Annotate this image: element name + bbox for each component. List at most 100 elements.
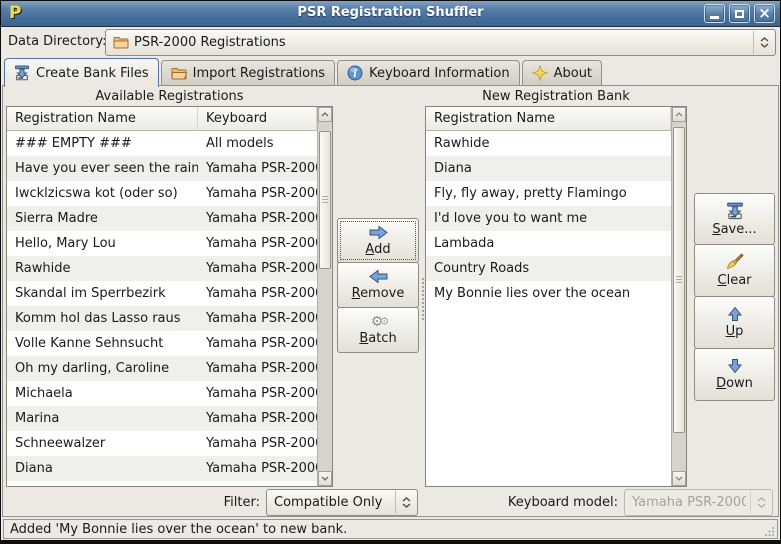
registration-name-cell: I'd love you to want me: [426, 211, 671, 226]
tab-create-bank-files[interactable]: Create Bank Files: [4, 58, 159, 87]
bank-table-body: Rawhide Diana Fly, fly away, pretty Flamin…: [426, 131, 671, 486]
table-row[interactable]: MichaelaYamaha PSR-2000: [7, 381, 317, 406]
scrollbar-thumb[interactable]: [673, 127, 685, 433]
available-table-body: ### EMPTY ###All modelsHave you ever see…: [7, 131, 317, 486]
table-row[interactable]: Komm hol das Lasso rausYamaha PSR-2000: [7, 306, 317, 331]
registration-name-cell: My Bonnie lies over the ocean: [426, 286, 671, 301]
window-title: PSR Registration Shuffler: [1, 5, 780, 20]
data-directory-label: Data Directory:: [8, 34, 107, 50]
table-row[interactable]: Oh my darling, CarolineYamaha PSR-2000: [7, 356, 317, 381]
add-button-label: Add: [365, 242, 390, 257]
up-button-label: Up: [726, 324, 744, 339]
tab-keyboard-information[interactable]: i Keyboard Information: [337, 60, 520, 86]
registration-name-cell: Have you ever seen the rain: [7, 161, 198, 176]
remove-button[interactable]: Remove: [337, 262, 419, 308]
column-header-keyboard[interactable]: Keyboard: [198, 107, 317, 131]
registration-name-cell: Iwcklzicswa kot (oder so): [7, 186, 198, 201]
new-registration-bank-list: Registration Name Rawhide Diana Fly, fly a…: [425, 106, 687, 487]
clear-button-label: Clear: [718, 273, 752, 288]
table-row[interactable]: ### EMPTY ###All models: [7, 131, 317, 156]
registration-name-cell: Lambada: [426, 236, 671, 251]
registration-name-cell: Komm hol das Lasso raus: [7, 311, 198, 326]
add-button[interactable]: Add: [337, 218, 419, 263]
batch-button-label: Batch: [359, 331, 396, 346]
table-row[interactable]: Sierra MadreYamaha PSR-2000: [7, 206, 317, 231]
down-button-label: Down: [716, 376, 753, 391]
tab-import-registrations[interactable]: Import Registrations: [161, 60, 335, 86]
registration-name-cell: Hello, Mary Lou: [7, 236, 198, 251]
clear-button[interactable]: Clear: [694, 244, 775, 297]
resize-grip[interactable]: [765, 526, 775, 536]
table-row[interactable]: MarinaYamaha PSR-2000: [7, 406, 317, 431]
table-row[interactable]: My Bonnie lies over the ocean: [426, 281, 671, 306]
table-row[interactable]: Rawhide: [426, 131, 671, 156]
scroll-up-arrow-icon[interactable]: [672, 107, 686, 122]
scroll-up-arrow-icon[interactable]: [318, 107, 332, 122]
close-icon: ×: [758, 6, 771, 21]
scroll-down-arrow-icon[interactable]: [672, 471, 686, 486]
spinner-icon: [753, 31, 775, 54]
column-header-registration-name[interactable]: Registration Name: [426, 107, 671, 131]
registration-name-cell: Volle Kanne Sehnsucht: [7, 336, 198, 351]
window-bottom-border: [0, 540, 781, 544]
table-row[interactable]: Have you ever seen the rainYamaha PSR-20…: [7, 156, 317, 181]
table-row[interactable]: Skandal im SperrbezirkYamaha PSR-2000: [7, 281, 317, 306]
keyboard-cell: Yamaha PSR-2000: [198, 411, 317, 426]
bank-table-header: Registration Name: [426, 107, 671, 131]
table-row[interactable]: DianaYamaha PSR-2000: [7, 456, 317, 481]
registration-name-cell: Fly, fly away, pretty Flamingo: [426, 186, 671, 201]
table-row[interactable]: Diana: [426, 156, 671, 181]
new-registration-bank-title: New Registration Bank: [425, 89, 687, 105]
registration-name-cell: ### EMPTY ###: [7, 136, 198, 151]
table-row[interactable]: Lambada: [426, 231, 671, 256]
up-button[interactable]: Up: [694, 296, 775, 349]
tab-label: About: [554, 66, 592, 81]
gears-icon: ⚙⚙: [371, 315, 385, 329]
registration-name-cell: Michaela: [7, 386, 198, 401]
minimize-button[interactable]: [704, 4, 725, 23]
bank-list-scrollbar[interactable]: [671, 107, 686, 486]
save-icon: [14, 65, 30, 81]
table-row[interactable]: Iwcklzicswa kot (oder so)Yamaha PSR-2000: [7, 181, 317, 206]
batch-button[interactable]: ⚙⚙ Batch: [337, 307, 419, 353]
keyboard-cell: Yamaha PSR-2000: [198, 236, 317, 251]
keyboard-cell: Yamaha PSR-2000: [198, 211, 317, 226]
star-icon: [532, 65, 548, 81]
keyboard-cell: Yamaha PSR-2000: [198, 361, 317, 376]
titlebar[interactable]: P PSR Registration Shuffler ×: [1, 1, 780, 27]
registration-name-cell: Sierra Madre: [7, 211, 198, 226]
filter-select[interactable]: Compatible Only: [266, 489, 418, 516]
folder-icon: [171, 67, 187, 80]
save-button[interactable]: Save...: [694, 193, 775, 245]
keyboard-cell: Yamaha PSR-2000: [198, 436, 317, 451]
status-bar: Added 'My Bonnie lies over the ocean' to…: [3, 519, 778, 539]
keyboard-cell: All models: [198, 136, 317, 151]
table-row[interactable]: SchneewalzerYamaha PSR-2000: [7, 431, 317, 456]
broom-icon: [726, 253, 744, 271]
data-directory-select[interactable]: PSR-2000 Registrations: [105, 29, 776, 56]
tab-about[interactable]: About: [522, 60, 602, 86]
down-button[interactable]: Down: [694, 348, 775, 401]
table-row[interactable]: I'd love you to want me: [426, 206, 671, 231]
table-row[interactable]: RawhideYamaha PSR-2000: [7, 256, 317, 281]
available-list-scrollbar[interactable]: [317, 107, 332, 486]
registration-name-cell: Diana: [7, 461, 198, 476]
save-button-label: Save...: [712, 222, 756, 237]
table-row[interactable]: Volle Kanne SehnsuchtYamaha PSR-2000: [7, 331, 317, 356]
available-registrations-title: Available Registrations: [6, 89, 333, 105]
spinner-icon: [750, 491, 772, 514]
table-row[interactable]: Fly, fly away, pretty Flamingo: [426, 181, 671, 206]
registration-name-cell: Skandal im Sperrbezirk: [7, 286, 198, 301]
maximize-button[interactable]: [729, 4, 750, 23]
scroll-down-arrow-icon[interactable]: [318, 471, 332, 486]
table-row[interactable]: Hello, Mary LouYamaha PSR-2000: [7, 231, 317, 256]
minimize-icon: [710, 16, 719, 19]
column-header-registration-name[interactable]: Registration Name: [7, 107, 198, 131]
registration-name-cell: Diana: [426, 161, 671, 176]
close-button[interactable]: ×: [754, 4, 775, 23]
scrollbar-thumb[interactable]: [319, 131, 331, 269]
table-row[interactable]: Country Roads: [426, 256, 671, 281]
data-directory-value: PSR-2000 Registrations: [134, 35, 286, 50]
keyboard-cell: Yamaha PSR-2000: [198, 336, 317, 351]
keyboard-model-label: Keyboard model:: [455, 495, 618, 511]
